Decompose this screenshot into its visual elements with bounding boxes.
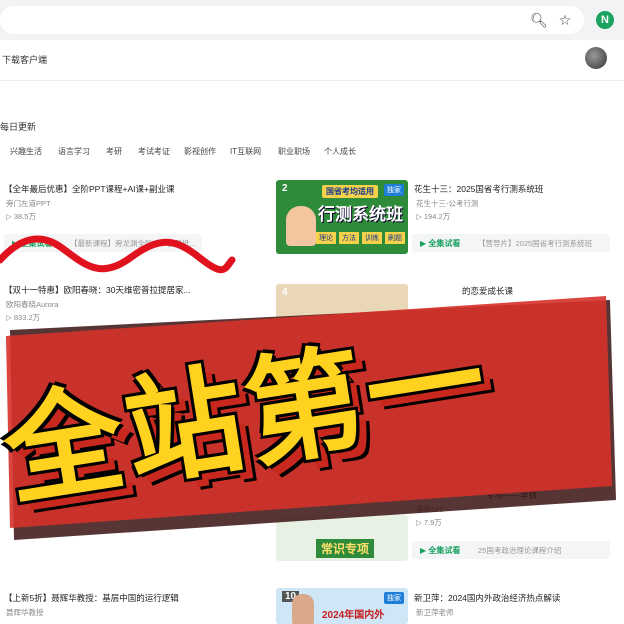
trial-label-text: 全集试看 [428, 239, 461, 248]
thumb-tags: 理论 方法 训练 刷题 [316, 232, 405, 244]
course-author[interactable]: 旁门左道PPT [6, 198, 51, 209]
trial-bar[interactable]: ▶ 全集试看 25国考政治理论课程介绍 [412, 541, 610, 559]
trial-subtitle: 当我痛身放弃自讨苦... [70, 342, 144, 351]
daily-updates-heading: 每日更新 [0, 122, 37, 132]
trial-bar[interactable]: ▶ 全集试看 【最新课程】旁龙渊全阶PPT会员抵... [4, 234, 202, 252]
overlay-text: 全站第一 [0, 310, 499, 523]
thumb-subtitle: 国省考均适用 [322, 185, 378, 198]
course-title[interactable]: 专项——李铁 [486, 489, 537, 501]
play-count: ▷ 38.5万 [6, 212, 36, 221]
play-count-value: 833.2万 [13, 313, 41, 322]
rank-number: 4 [282, 287, 288, 298]
course-author[interactable]: 聂辉华教授 [6, 607, 44, 618]
thumb-tag: 刷题 [385, 232, 405, 244]
course-title[interactable]: 新卫萍：2024国内外政治经济热点解读 [414, 592, 560, 604]
course-author[interactable]: 欧阳春晓Aurora [6, 299, 59, 310]
star-icon[interactable]: ☆ [556, 11, 574, 29]
address-bar[interactable] [0, 6, 584, 34]
download-client-link[interactable]: 下载客户端 [2, 53, 47, 66]
trial-subtitle: 【营导片】2025国省考行测系统班 [478, 239, 593, 248]
thumb-tag: 方法 [339, 232, 359, 244]
course-title[interactable]: 【双十一特惠】欧阳春晓：30天维密普拉提居家... [4, 284, 191, 296]
play-count: ▷ 833.2万 [6, 313, 41, 322]
exclusive-badge: 独家 [384, 592, 404, 604]
trial-label[interactable]: ▶ 全集试看 [12, 341, 52, 352]
teacher-figure [292, 594, 314, 624]
thumb-title: 行测系统班 [318, 205, 403, 224]
category-tab[interactable]: 职业职场 [278, 146, 310, 157]
play-count: ▷ 194.2万 [416, 212, 451, 221]
course-title[interactable]: 的恋爱成长课 [462, 285, 513, 297]
avatar[interactable] [585, 47, 607, 69]
play-count-value: 38.5万 [13, 212, 36, 221]
course-author[interactable]: 花生十三-公考行测 [416, 198, 479, 209]
category-tab[interactable]: 个人成长 [324, 146, 356, 157]
thumb-title: 常识专项 [316, 539, 375, 558]
play-count: ▷ 7.9万 [416, 518, 442, 527]
course-title[interactable]: 【全年最后优惠】全阶PPT课程+AI课+副业课 [4, 183, 175, 195]
course-author[interactable]: 新卫萍老师 [416, 607, 454, 618]
category-tab[interactable]: 考研 [106, 146, 122, 157]
category-tab[interactable]: 影视创作 [184, 146, 216, 157]
rank-number: 2 [282, 183, 288, 194]
play-count-value: 7.9万 [423, 518, 442, 527]
zoom-icon[interactable]: 🔍︎ [530, 11, 548, 29]
trial-label-text: 全集试看 [20, 342, 53, 351]
course-author[interactable]: 解构变局时代 [522, 446, 567, 457]
course-thumbnail[interactable]: 常识专项 [276, 515, 408, 561]
trial-bar[interactable]: ▶ 全集试看 当我痛身放弃自讨苦... [4, 337, 202, 355]
trial-label-text: 全集试看 [428, 546, 461, 555]
trial-label-text: 全集试看 [20, 239, 53, 248]
teacher-figure [286, 206, 316, 246]
exclusive-badge: 独家 [384, 184, 404, 196]
trial-subtitle: 25国考政治理论课程介绍 [478, 546, 562, 555]
site-header [0, 40, 624, 81]
category-tab[interactable]: 兴趣生活 [10, 146, 42, 157]
course-title[interactable]: 【上新5折】聂辉华教授：基层中国的运行逻辑 [4, 592, 179, 604]
play-count-value: 194.2万 [423, 212, 451, 221]
category-tab[interactable]: IT互联网 [230, 146, 261, 157]
trial-label[interactable]: ▶ 全集试看 [420, 545, 460, 556]
thumb-tag: 理论 [316, 232, 336, 244]
browser-toolbar: 🔍︎ ☆ N [0, 0, 624, 40]
category-tab[interactable]: 语言学习 [58, 146, 90, 157]
thumb-tag: 训练 [362, 232, 382, 244]
trial-subtitle: 【最新课程】旁龙渊全阶PPT会员抵... [70, 239, 196, 248]
course-title[interactable]: 花生十三：2025国省考行测系统班 [414, 183, 543, 195]
course-thumbnail[interactable]: 4 [276, 284, 408, 344]
course-thumbnail[interactable]: 2 独家 国省考均适用 行测系统班 理论 方法 训练 刷题 [276, 180, 408, 254]
extension-icon[interactable]: N [596, 11, 614, 29]
thumb-title: 2024年国内外 [322, 610, 385, 621]
trial-bar[interactable]: ▶ 全集试看 【营导片】2025国省考行测系统班 [412, 234, 610, 252]
course-author[interactable]: 李铁106 [416, 504, 444, 515]
course-thumbnail[interactable]: 10 独家 2024年国内外 [276, 588, 408, 624]
trial-label[interactable]: ▶ 全集试看 [420, 238, 460, 249]
trial-label[interactable]: ▶ 全集试看 [12, 238, 52, 249]
category-tab[interactable]: 考试考证 [138, 146, 170, 157]
